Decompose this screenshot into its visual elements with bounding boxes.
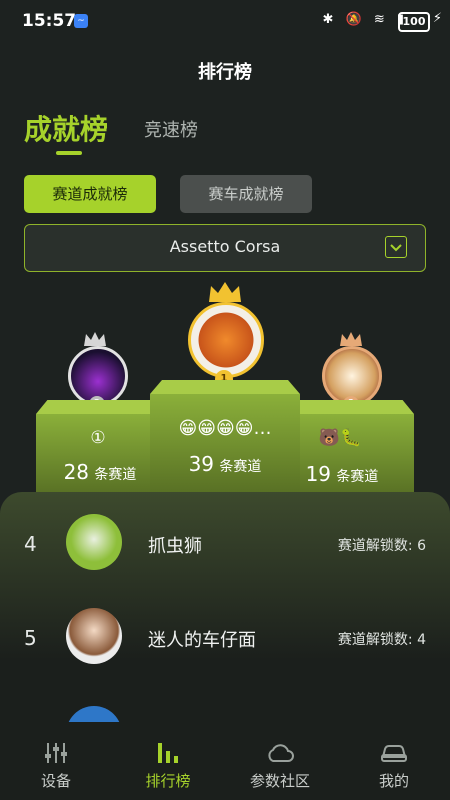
podium-count-value: 39 bbox=[188, 452, 215, 476]
podium-count: 19 条赛道 bbox=[292, 462, 392, 486]
nav-item-device[interactable]: 设备 bbox=[0, 722, 112, 800]
game-select-value: Assetto Corsa bbox=[169, 237, 281, 256]
tab-speed[interactable]: 竞速榜 bbox=[144, 116, 198, 142]
segment-car-achievement[interactable]: 赛车成就榜 bbox=[180, 175, 312, 213]
nav-item-community[interactable]: 参数社区 bbox=[224, 722, 336, 800]
list-item[interactable]: 5 迷人的车仔面 赛道解锁数: 4 bbox=[0, 606, 450, 668]
podium-count-value: 19 bbox=[305, 462, 332, 486]
avatar bbox=[188, 302, 264, 378]
podium-count-value: 28 bbox=[63, 460, 90, 484]
tab-active-indicator bbox=[56, 151, 82, 155]
charging-icon: ⚡ bbox=[432, 11, 442, 26]
nav-item-me[interactable]: 我的 bbox=[338, 722, 450, 800]
nav-label: 参数社区 bbox=[249, 772, 310, 790]
podium-count: 39 条赛道 bbox=[150, 452, 300, 476]
row-unlock-label: 赛道解锁数: bbox=[337, 538, 413, 554]
cloud-icon bbox=[224, 738, 336, 768]
podium-step-top bbox=[36, 400, 150, 414]
bar-chart-icon bbox=[112, 738, 224, 768]
podium-step bbox=[150, 394, 300, 500]
podium-third[interactable]: 3 🐻🐛 19 条赛道 bbox=[300, 330, 414, 500]
podium-step-top bbox=[150, 380, 300, 394]
podium-name: 🐻🐛 bbox=[318, 428, 362, 448]
status-icons: ✱ 🔕 ≋ ▮ bbox=[322, 12, 408, 27]
row-unlock-label: 赛道解锁数: bbox=[337, 632, 413, 648]
list-item[interactable]: 4 抓虫狮 赛道解锁数: 6 bbox=[0, 512, 450, 574]
row-unlock: 赛道解锁数: 6 bbox=[338, 535, 426, 555]
row-rank: 4 bbox=[24, 532, 37, 556]
podium-second[interactable]: 2 ① 28 条赛道 bbox=[36, 330, 150, 500]
nav-label: 我的 bbox=[378, 772, 409, 790]
notification-icon: ~ bbox=[74, 14, 88, 28]
podium-count-unit: 条赛道 bbox=[219, 459, 262, 475]
podium-count-unit: 条赛道 bbox=[94, 467, 137, 483]
podium-step-top bbox=[300, 400, 414, 414]
row-name: 迷人的车仔面 bbox=[148, 630, 256, 651]
status-bar: 15:57 ~ ✱ 🔕 ≋ ▮ 100 ⚡ bbox=[0, 0, 450, 44]
podium-name: ① bbox=[90, 428, 106, 448]
ranking-list: 4 抓虫狮 赛道解锁数: 6 5 迷人的车仔面 赛道解锁数: 4 bbox=[0, 492, 450, 762]
sliders-icon bbox=[0, 738, 112, 768]
bottom-nav: 设备 排行榜 参数社区 我的 bbox=[0, 722, 450, 800]
car-icon bbox=[338, 738, 450, 768]
row-unlock: 赛道解锁数: 4 bbox=[338, 629, 426, 649]
tab-achievement[interactable]: 成就榜 bbox=[24, 108, 108, 148]
nav-item-leaderboard[interactable]: 排行榜 bbox=[112, 722, 224, 800]
podium-step bbox=[36, 414, 150, 500]
row-unlock-value: 6 bbox=[417, 538, 426, 554]
podium-first[interactable]: 1 😁😁😁😁… 39 条赛道 bbox=[150, 280, 300, 500]
podium-step bbox=[300, 414, 414, 500]
avatar bbox=[66, 514, 122, 570]
row-name: 抓虫狮 bbox=[148, 536, 202, 557]
podium-count-unit: 条赛道 bbox=[336, 469, 379, 485]
podium-name: 😁😁😁😁… bbox=[178, 418, 272, 439]
avatar bbox=[66, 608, 122, 664]
status-time: 15:57 bbox=[22, 11, 77, 31]
row-unlock-value: 4 bbox=[417, 632, 426, 648]
nav-label: 设备 bbox=[40, 772, 71, 790]
segment-track-achievement[interactable]: 赛道成就榜 bbox=[24, 175, 156, 213]
nav-label: 排行榜 bbox=[145, 772, 191, 790]
podium-count: 28 条赛道 bbox=[50, 460, 150, 484]
game-select[interactable]: Assetto Corsa bbox=[24, 224, 426, 272]
page-title: 排行榜 bbox=[198, 62, 252, 83]
row-rank: 5 bbox=[24, 626, 37, 650]
chevron-down-icon[interactable] bbox=[385, 236, 407, 258]
battery-indicator: 100 bbox=[398, 12, 430, 32]
